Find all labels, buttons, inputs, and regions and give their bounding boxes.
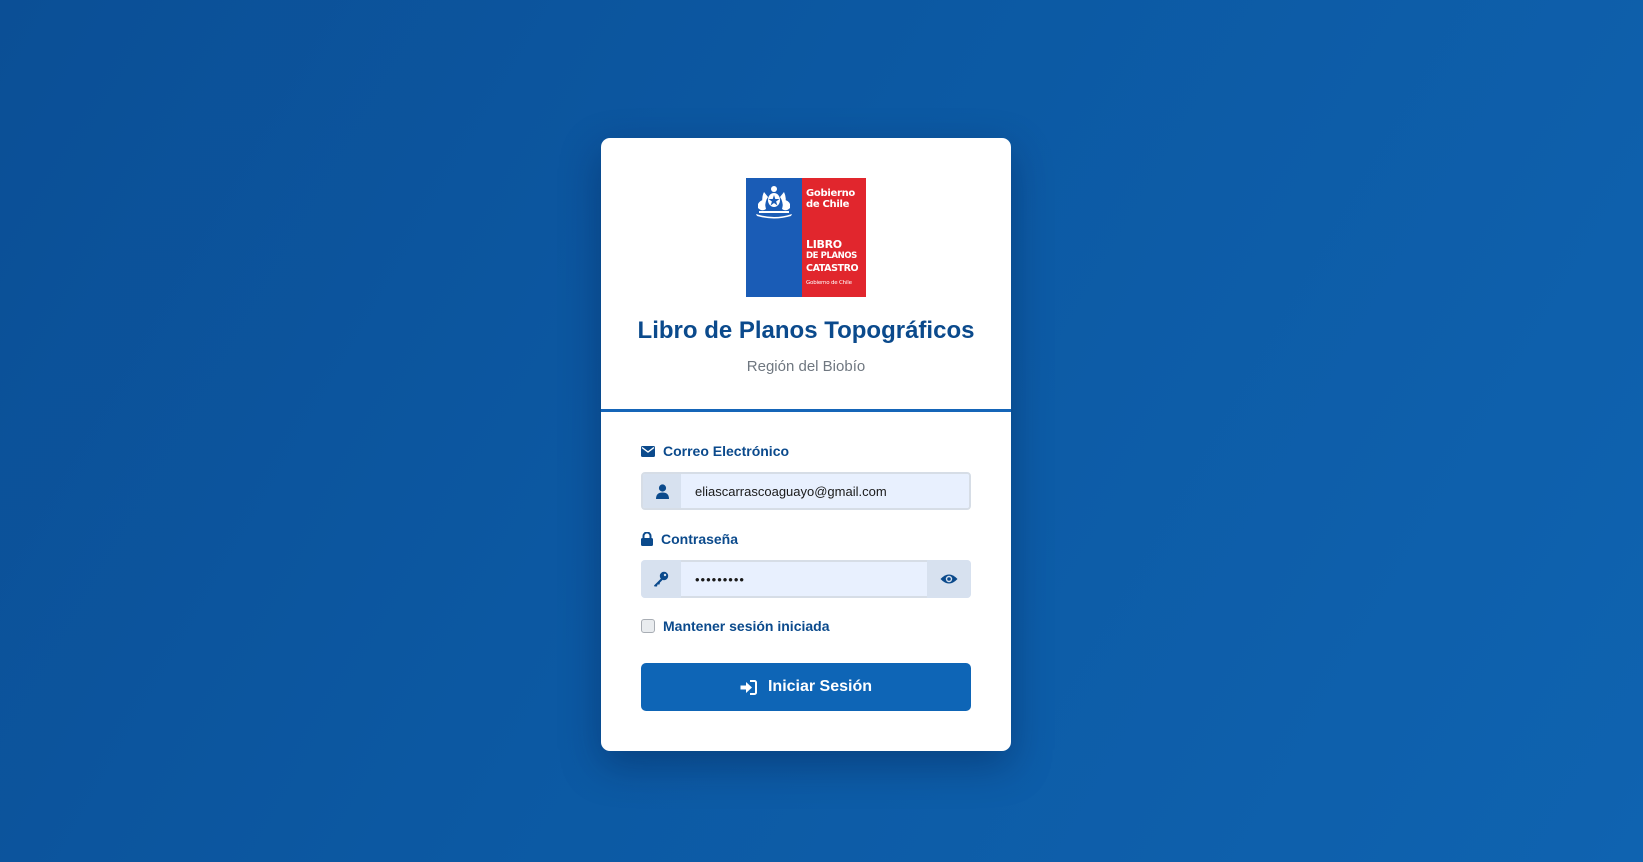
logo-text-6: Gobierno de Chile <box>806 280 852 286</box>
login-card: Gobierno de Chile LIBRO DE PLANOS CATAST… <box>601 138 1011 751</box>
logo-text-3: LIBRO <box>806 238 842 251</box>
email-input-group <box>641 472 971 510</box>
password-input[interactable] <box>681 560 927 598</box>
card-header: Gobierno de Chile LIBRO DE PLANOS CATAST… <box>601 138 1011 412</box>
remember-checkbox[interactable] <box>641 619 655 633</box>
logo-text-4: DE PLANOS <box>806 251 857 261</box>
key-icon <box>654 571 669 587</box>
toggle-password-button[interactable] <box>927 560 971 598</box>
gobierno-logo: Gobierno de Chile LIBRO DE PLANOS CATAST… <box>746 178 866 297</box>
email-addon <box>643 474 681 508</box>
remember-me[interactable]: Mantener sesión iniciada <box>641 618 830 634</box>
logo-text-5: CATASTRO <box>806 263 859 274</box>
logo-blue-panel <box>746 178 802 297</box>
eye-icon <box>940 574 958 584</box>
page-title: Libro de Planos Topográficos <box>637 317 975 344</box>
password-label-text: Contraseña <box>661 531 739 547</box>
email-label: Correo Electrónico <box>641 443 789 459</box>
password-input-group <box>641 560 971 598</box>
remember-label[interactable]: Mantener sesión iniciada <box>663 618 830 634</box>
email-label-text: Correo Electrónico <box>663 443 790 459</box>
password-label: Contraseña <box>641 531 738 547</box>
logo-red-panel: Gobierno de Chile LIBRO DE PLANOS CATAST… <box>802 178 866 297</box>
password-addon <box>641 560 681 598</box>
logo-text-2: de Chile <box>806 199 850 210</box>
envelope-icon <box>641 445 655 457</box>
user-icon <box>655 483 669 499</box>
coat-of-arms-icon <box>756 186 792 219</box>
email-input[interactable] <box>681 474 969 508</box>
lock-icon <box>641 532 653 546</box>
page-subtitle: Región del Biobío <box>746 358 866 375</box>
login-button-label: Iniciar Sesión <box>767 678 873 695</box>
login-button[interactable]: Iniciar Sesión <box>641 663 971 711</box>
logo-text-1: Gobierno <box>806 188 855 199</box>
sign-in-icon <box>740 679 757 695</box>
